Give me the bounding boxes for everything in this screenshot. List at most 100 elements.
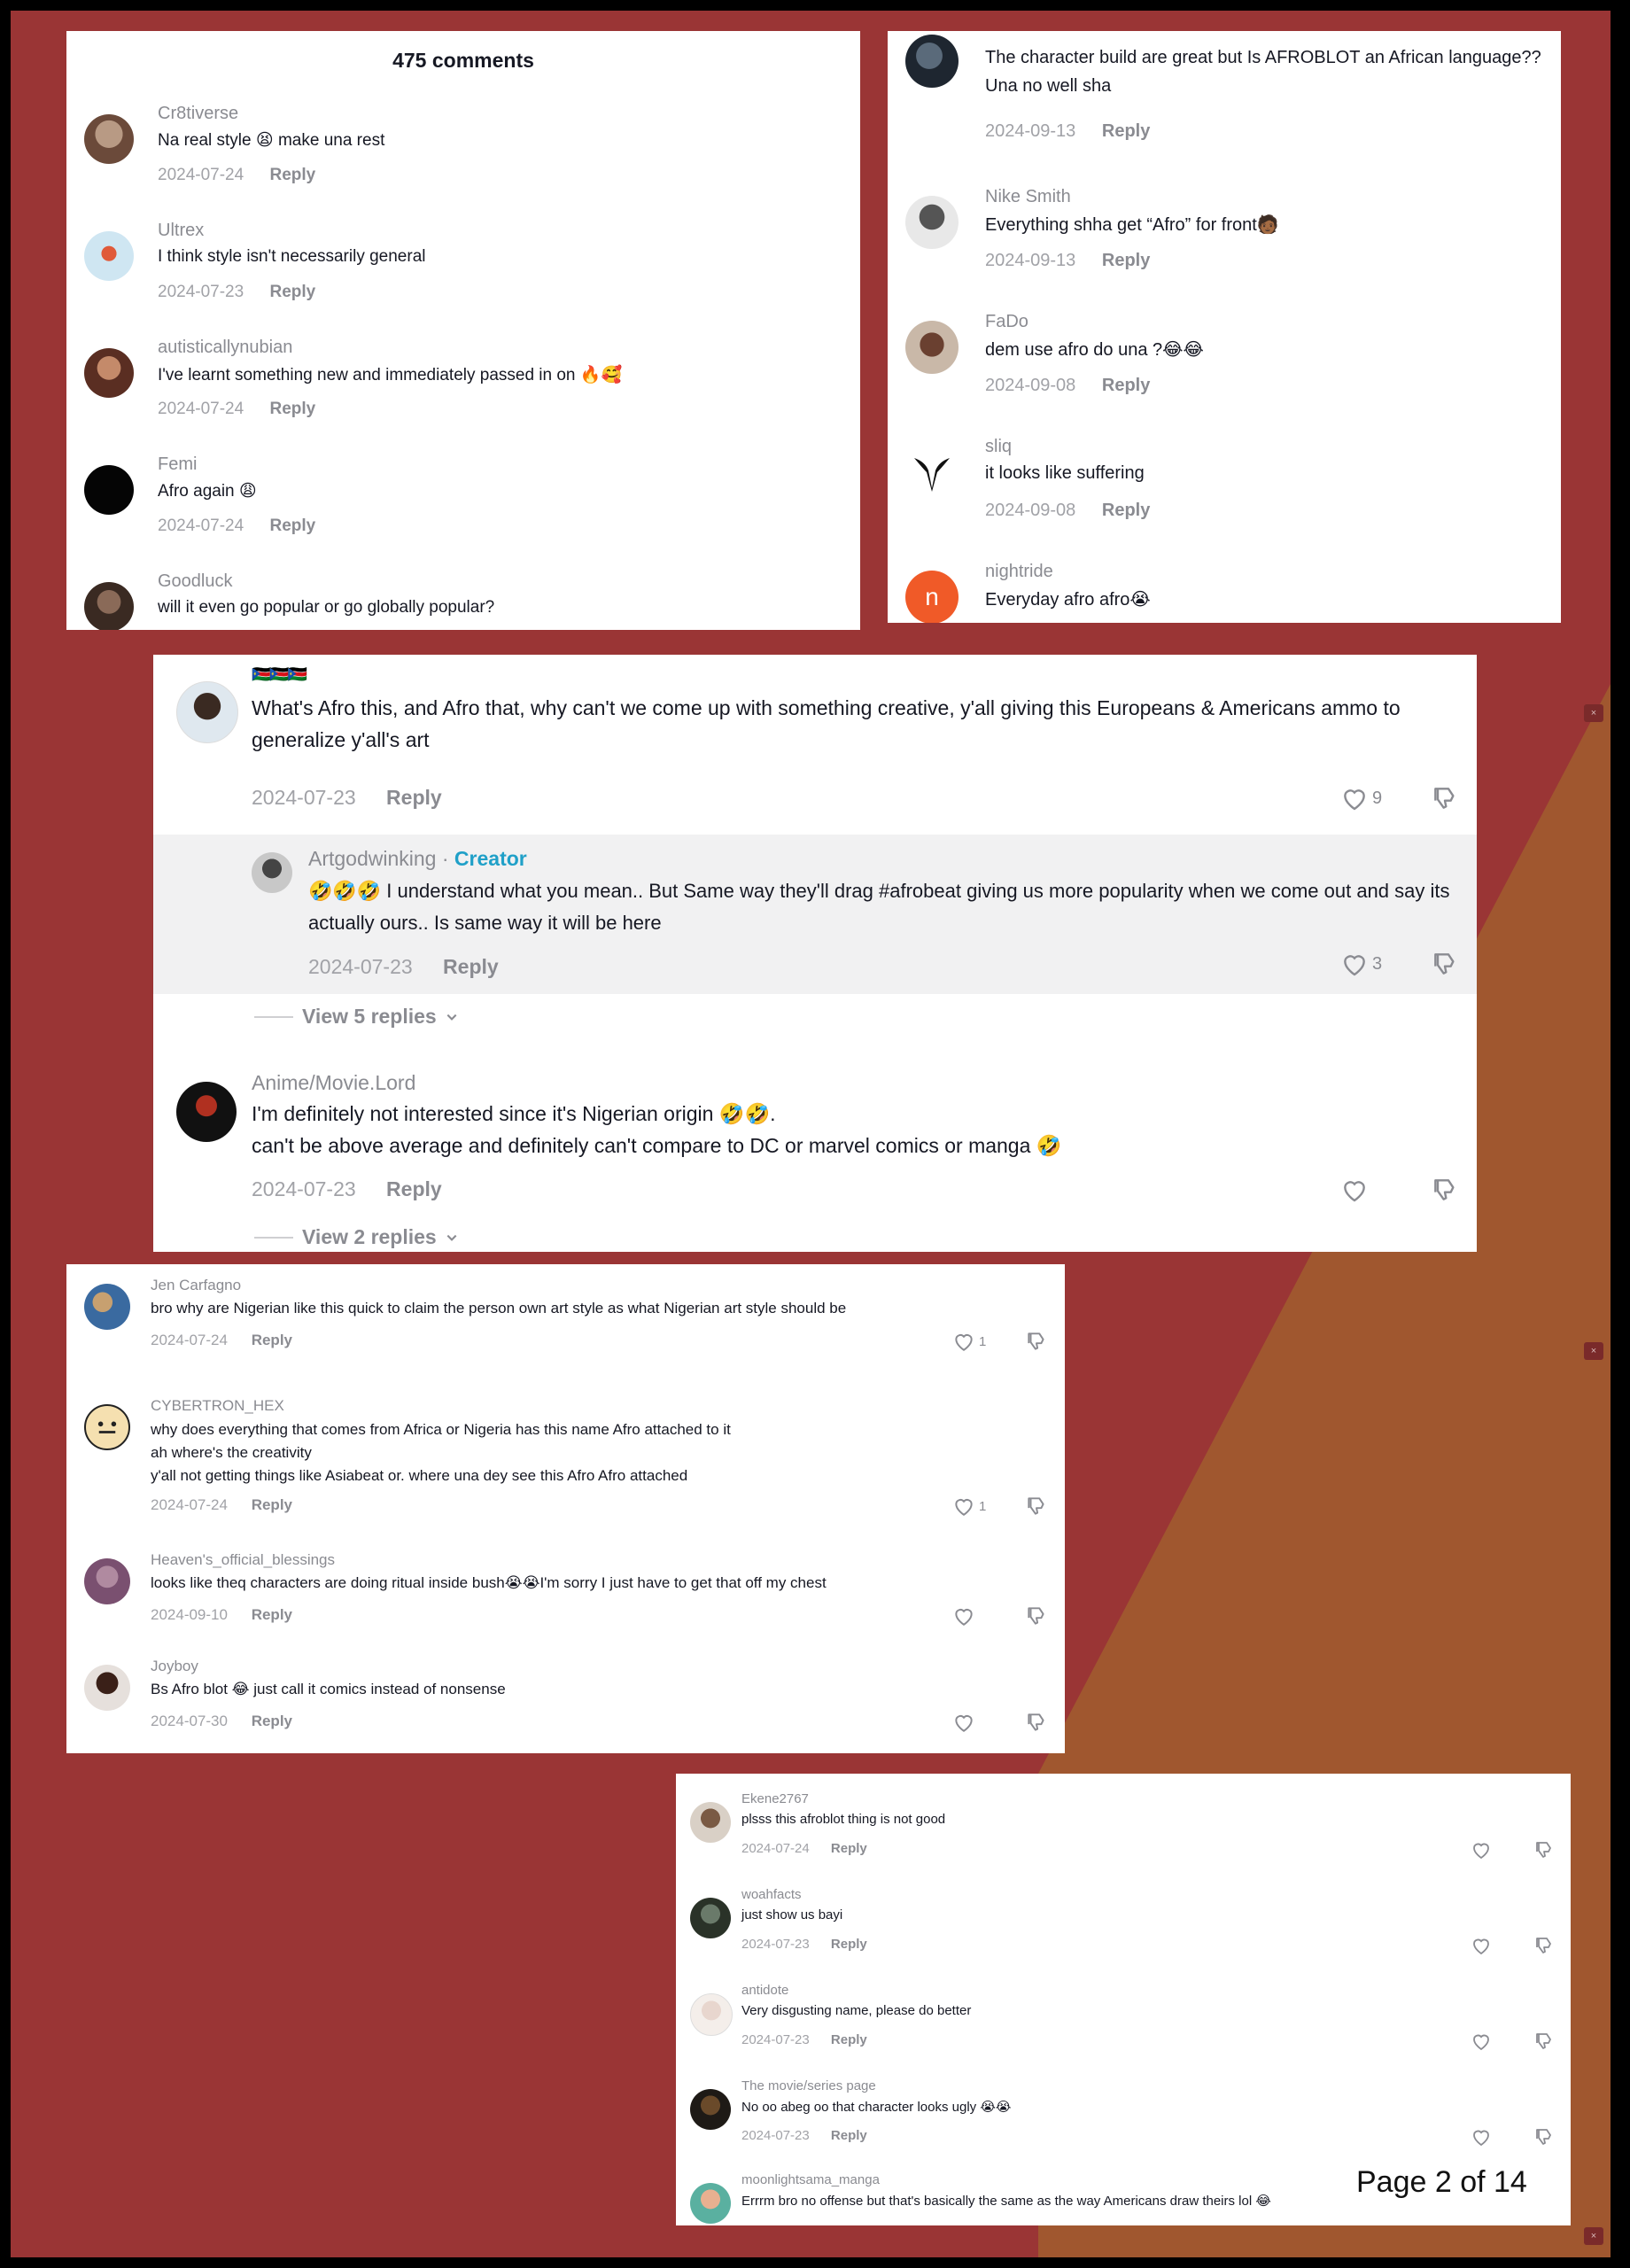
dislike-button[interactable] <box>1533 1839 1555 1860</box>
reply-button[interactable]: Reply <box>252 1713 292 1729</box>
like-button[interactable]: 9 <box>1340 784 1382 812</box>
reply-button[interactable]: Reply <box>269 400 315 418</box>
comment-date: 2024-07-24 <box>158 400 244 418</box>
comment-username[interactable]: The movie/series page <box>741 2078 876 2093</box>
comment-username[interactable]: Nike Smith <box>985 187 1071 207</box>
close-icon[interactable]: × <box>1584 704 1603 722</box>
reply-button[interactable]: Reply <box>252 1606 292 1623</box>
close-icon[interactable]: × <box>1584 1342 1603 1360</box>
avatar[interactable] <box>84 1665 130 1711</box>
comment-username[interactable]: Cr8tiverse <box>158 104 238 124</box>
avatar[interactable] <box>690 2089 731 2130</box>
avatar[interactable] <box>905 321 959 374</box>
reply-button[interactable]: Reply <box>443 955 499 978</box>
like-button[interactable] <box>1471 2031 1492 2052</box>
reply-button[interactable]: Reply <box>831 1937 867 1952</box>
avatar[interactable] <box>690 2183 731 2224</box>
comment-date: 2024-07-30 <box>151 1713 228 1729</box>
avatar[interactable] <box>84 1558 130 1604</box>
reply-button[interactable]: Reply <box>269 517 315 535</box>
reply-button[interactable]: Reply <box>1102 376 1150 395</box>
dislike-button[interactable] <box>1431 784 1459 812</box>
reply-button[interactable]: Reply <box>1102 121 1150 141</box>
comment-username-flags[interactable]: 🇸🇸🇸🇸🇸🇸 <box>252 665 307 684</box>
dislike-button[interactable] <box>1533 2031 1555 2052</box>
comment-username[interactable]: sliq <box>985 437 1012 457</box>
dislike-button[interactable] <box>1025 1330 1048 1353</box>
avatar[interactable] <box>84 1284 130 1330</box>
page-indicator: Page 2 of 14 <box>1356 2165 1527 2199</box>
comment-date: 2024-09-13 <box>985 251 1076 270</box>
comment-username[interactable]: Ekene2767 <box>741 1791 809 1806</box>
like-button[interactable] <box>1340 1176 1369 1204</box>
view-replies-button[interactable]: View 5 replies <box>254 1005 458 1029</box>
comment-username[interactable]: Joyboy <box>151 1658 198 1675</box>
comment-username[interactable]: CYBERTRON_HEX <box>151 1397 284 1415</box>
dislike-button[interactable] <box>1431 950 1459 978</box>
avatar[interactable] <box>176 681 238 743</box>
like-button[interactable] <box>1471 2126 1492 2148</box>
like-button[interactable] <box>952 1604 979 1627</box>
comment-username[interactable]: FaDo <box>985 312 1028 332</box>
dislike-button[interactable] <box>1025 1604 1048 1627</box>
reply-button[interactable]: Reply <box>252 1332 292 1348</box>
reply-button[interactable]: Reply <box>831 1841 867 1856</box>
creator-reply-row: Artgodwinking · Creator 🤣🤣🤣 I understand… <box>153 835 1477 994</box>
comment-username[interactable]: Femi <box>158 454 197 475</box>
avatar[interactable] <box>84 348 134 398</box>
reply-button[interactable]: Reply <box>269 166 315 184</box>
dislike-button[interactable] <box>1533 2126 1555 2148</box>
comment-username[interactable]: woahfacts <box>741 1887 802 1902</box>
avatar[interactable] <box>690 1993 733 2036</box>
comment-username[interactable]: Ultrex <box>158 221 204 241</box>
close-icon[interactable]: × <box>1584 2227 1603 2245</box>
reply-button[interactable]: Reply <box>1102 251 1150 270</box>
reply-button[interactable]: Reply <box>831 2128 867 2143</box>
reply-button[interactable]: Reply <box>252 1496 292 1513</box>
avatar[interactable] <box>690 1898 731 1938</box>
dislike-button[interactable] <box>1431 1176 1459 1204</box>
avatar[interactable] <box>84 1404 130 1450</box>
comment-text: Everything shha get “Afro” for front🧑🏾 <box>985 215 1279 235</box>
comment-username[interactable]: Heaven's_official_blessings <box>151 1551 335 1569</box>
comment-username[interactable]: nightride <box>985 562 1053 582</box>
reply-button[interactable]: Reply <box>269 283 315 301</box>
comment-username[interactable]: autisticallynubian <box>158 338 292 358</box>
like-button[interactable]: 1 <box>952 1495 986 1518</box>
goat-skull-icon <box>914 458 950 492</box>
avatar[interactable] <box>905 446 959 499</box>
reply-button[interactable]: Reply <box>386 786 442 809</box>
like-button[interactable]: 3 <box>1340 950 1382 978</box>
like-button[interactable] <box>1471 1935 1492 1956</box>
avatar[interactable] <box>84 582 134 630</box>
avatar[interactable] <box>252 852 292 893</box>
avatar[interactable] <box>905 35 959 88</box>
avatar[interactable]: n <box>905 571 959 623</box>
like-button[interactable] <box>1471 1839 1492 1860</box>
comment-username[interactable]: Goodluck <box>158 571 233 592</box>
avatar[interactable] <box>84 465 134 515</box>
comment-username[interactable]: Anime/Movie.Lord <box>252 1071 415 1095</box>
avatar[interactable] <box>84 231 134 281</box>
comment-text: I think style isn't necessarily general <box>158 247 426 266</box>
comment-username[interactable]: moonlightsama_manga <box>741 2172 880 2187</box>
reply-button[interactable]: Reply <box>1102 501 1150 520</box>
comment-username[interactable]: Jen Carfagno <box>151 1277 241 1294</box>
dislike-button[interactable] <box>1025 1495 1048 1518</box>
collage-background: 475 comments Cr8tiverse Na real style 😫 … <box>11 11 1611 2257</box>
view-replies-button[interactable]: View 2 replies <box>254 1225 458 1249</box>
like-button[interactable] <box>952 1711 979 1734</box>
avatar[interactable] <box>905 196 959 249</box>
avatar[interactable] <box>690 1802 731 1843</box>
comment-username[interactable]: antidote <box>741 1983 788 1998</box>
reply-button[interactable]: Reply <box>386 1177 442 1200</box>
like-button[interactable]: 1 <box>952 1330 986 1353</box>
comment-meta: 2024-07-23 Reply <box>308 955 499 979</box>
avatar[interactable] <box>84 114 134 164</box>
reply-button[interactable]: Reply <box>831 2032 867 2047</box>
dislike-button[interactable] <box>1025 1711 1048 1734</box>
avatar[interactable] <box>176 1082 237 1142</box>
dislike-button[interactable] <box>1533 1935 1555 1956</box>
thumbs-down-icon <box>1028 1332 1044 1350</box>
creator-username[interactable]: Artgodwinking <box>308 847 436 870</box>
